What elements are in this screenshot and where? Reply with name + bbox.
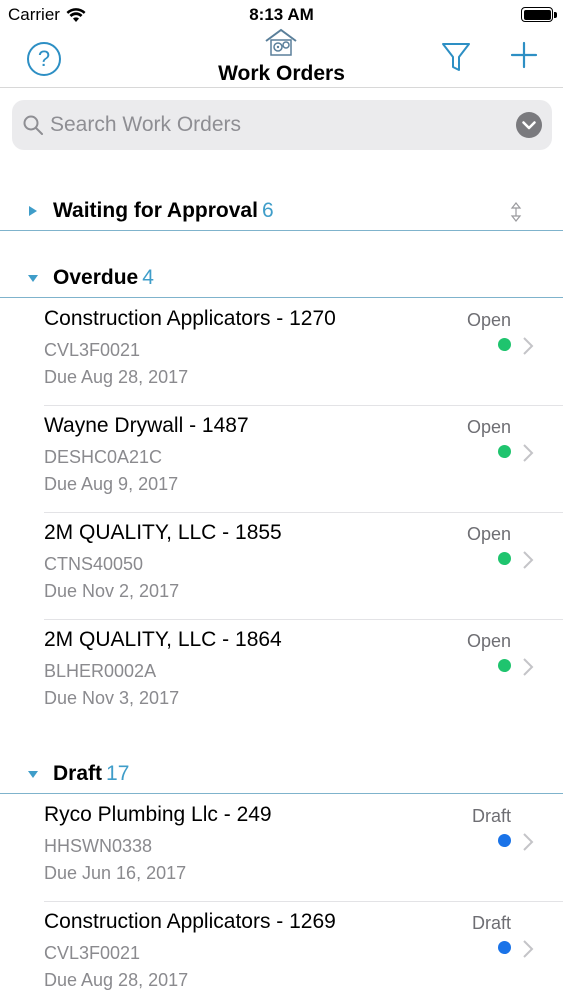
work-order-due-date: Due Jun 16, 2017: [44, 863, 187, 883]
status-label: Open: [466, 310, 511, 330]
list-item[interactable]: Construction Applicators - 1269 CVL3F002…: [0, 902, 563, 1000]
status-dot: [498, 445, 511, 458]
list-item[interactable]: Wayne Drywall - 1487 DESHC0A21C Due Aug …: [0, 406, 563, 513]
work-order-title: Construction Applicators - 1270: [44, 307, 336, 330]
work-order-code: CTNS40050: [44, 554, 144, 574]
section-header-waiting-for-approval[interactable]: Waiting for Approval 6: [0, 191, 563, 231]
work-order-code: DESHC0A21C: [44, 447, 163, 467]
status-bar: Carrier 8:13 AM: [0, 0, 563, 30]
work-order-title: Wayne Drywall - 1487: [44, 414, 249, 437]
search-bar: [12, 100, 552, 150]
status-dot: [498, 834, 511, 847]
work-order-title: Construction Applicators - 1269: [44, 910, 336, 933]
triangle-right-icon: [29, 206, 37, 216]
triangle-down-icon: [28, 275, 38, 282]
status-label: Open: [466, 631, 511, 651]
battery-icon: [521, 7, 557, 22]
filter-icon[interactable]: [440, 40, 472, 74]
work-order-title: 2M QUALITY, LLC - 1855: [44, 521, 282, 544]
status-dot: [498, 552, 511, 565]
app-logo-icon: [265, 28, 297, 56]
sort-icon[interactable]: [508, 201, 524, 223]
chevron-right-icon: [523, 940, 534, 958]
section-count: 6: [261, 199, 274, 222]
list-item[interactable]: 2M QUALITY, LLC - 1864 BLHER0002A Due No…: [0, 620, 563, 727]
section-header-draft[interactable]: Draft 17: [0, 754, 563, 794]
work-order-code: HHSWN0338: [44, 836, 153, 856]
clock: 8:13 AM: [249, 5, 314, 24]
status-label: Open: [466, 524, 511, 544]
status-label: Draft: [471, 806, 511, 826]
search-icon: [23, 115, 43, 135]
chevron-right-icon: [523, 833, 534, 851]
section-label: Draft: [53, 762, 103, 785]
work-order-title: Ryco Plumbing Llc - 249: [44, 803, 272, 826]
list-item[interactable]: 2M QUALITY, LLC - 1855 CTNS40050 Due Nov…: [0, 513, 563, 620]
chevron-down-icon[interactable]: [516, 112, 542, 138]
section-count: 4: [142, 266, 154, 289]
work-order-code: CVL3F0021: [44, 943, 141, 963]
work-order-title: 2M QUALITY, LLC - 1864: [44, 628, 282, 651]
chevron-right-icon: [523, 337, 534, 355]
section-header-overdue[interactable]: Overdue 4: [0, 258, 563, 298]
search-input[interactable]: [50, 100, 510, 150]
section-label: Waiting for Approval: [53, 199, 258, 222]
status-dot: [498, 941, 511, 954]
nav-bar: ? Work Orders: [0, 28, 563, 88]
status-label: Draft: [471, 913, 511, 933]
work-order-code: CVL3F0021: [44, 340, 141, 360]
chevron-right-icon: [523, 551, 534, 569]
list-item[interactable]: Construction Applicators - 1270 CVL3F002…: [0, 299, 563, 406]
work-order-due-date: Due Nov 2, 2017: [44, 581, 180, 601]
section-title: Draft 17: [53, 762, 129, 786]
chevron-right-icon: [523, 444, 534, 462]
status-dot: [498, 659, 511, 672]
work-order-due-date: Due Nov 3, 2017: [44, 688, 180, 708]
work-order-due-date: Due Aug 9, 2017: [44, 474, 179, 494]
section-title: Overdue 4: [53, 266, 154, 290]
page-title: Work Orders: [218, 62, 345, 85]
section-count: 17: [106, 762, 130, 785]
triangle-down-icon: [28, 771, 38, 778]
chevron-right-icon: [523, 658, 534, 676]
status-label: Open: [466, 417, 511, 437]
section-label: Overdue: [53, 266, 139, 289]
work-order-code: BLHER0002A: [44, 661, 157, 681]
work-order-due-date: Due Aug 28, 2017: [44, 367, 189, 387]
add-icon[interactable]: [508, 38, 540, 72]
section-title: Waiting for Approval 6: [53, 199, 274, 223]
work-order-due-date: Due Aug 28, 2017: [44, 970, 189, 990]
status-dot: [498, 338, 511, 351]
list-item[interactable]: Ryco Plumbing Llc - 249 HHSWN0338 Due Ju…: [0, 795, 563, 902]
